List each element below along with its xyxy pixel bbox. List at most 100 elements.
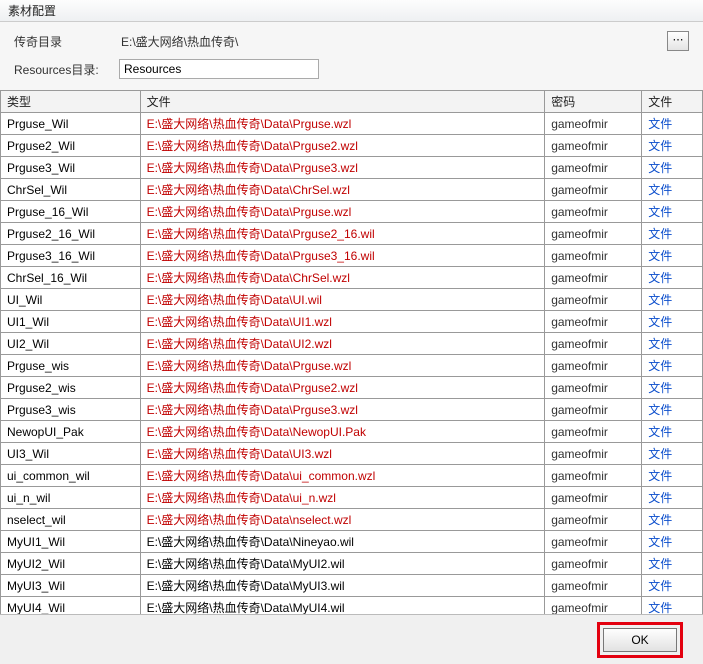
cell-password[interactable]: gameofmir [545,377,642,399]
table-row[interactable]: ui_n_wilE:\盛大网络\热血传奇\Data\ui_n.wzlgameof… [1,487,703,509]
cell-password[interactable]: gameofmir [545,245,642,267]
cell-password[interactable]: gameofmir [545,311,642,333]
cell-password[interactable]: gameofmir [545,333,642,355]
browse-button[interactable]: ⋯ [667,31,689,51]
table-row[interactable]: UI1_WilE:\盛大网络\热血传奇\Data\UI1.wzlgameofmi… [1,311,703,333]
cell-type[interactable]: Prguse2_wis [1,377,141,399]
cell-type[interactable]: Prguse3_wis [1,399,141,421]
cell-action-link[interactable]: 文件 [642,267,703,289]
cell-password[interactable]: gameofmir [545,113,642,135]
cell-password[interactable]: gameofmir [545,531,642,553]
table-row[interactable]: Prguse2_WilE:\盛大网络\热血传奇\Data\Prguse2.wzl… [1,135,703,157]
cell-type[interactable]: Prguse_16_Wil [1,201,141,223]
cell-password[interactable]: gameofmir [545,399,642,421]
table-row[interactable]: Prguse_WilE:\盛大网络\热血传奇\Data\Prguse.wzlga… [1,113,703,135]
cell-type[interactable]: Prguse_wis [1,355,141,377]
cell-password[interactable]: gameofmir [545,223,642,245]
cell-type[interactable]: Prguse2_Wil [1,135,141,157]
cell-file[interactable]: E:\盛大网络\热血传奇\Data\UI3.wzl [140,443,545,465]
table-row[interactable]: nselect_wilE:\盛大网络\热血传奇\Data\nselect.wzl… [1,509,703,531]
cell-password[interactable]: gameofmir [545,553,642,575]
cell-password[interactable]: gameofmir [545,421,642,443]
cell-password[interactable]: gameofmir [545,135,642,157]
table-row[interactable]: MyUI2_WilE:\盛大网络\热血传奇\Data\MyUI2.wilgame… [1,553,703,575]
table-row[interactable]: Prguse3_WilE:\盛大网络\热血传奇\Data\Prguse3.wzl… [1,157,703,179]
table-row[interactable]: MyUI3_WilE:\盛大网络\热血传奇\Data\MyUI3.wilgame… [1,575,703,597]
cell-action-link[interactable]: 文件 [642,333,703,355]
table-row[interactable]: ChrSel_WilE:\盛大网络\热血传奇\Data\ChrSel.wzlga… [1,179,703,201]
cell-file[interactable]: E:\盛大网络\热血传奇\Data\MyUI2.wil [140,553,545,575]
cell-password[interactable]: gameofmir [545,487,642,509]
cell-type[interactable]: NewopUI_Pak [1,421,141,443]
cell-password[interactable]: gameofmir [545,267,642,289]
cell-file[interactable]: E:\盛大网络\热血传奇\Data\Prguse2_16.wil [140,223,545,245]
cell-file[interactable]: E:\盛大网络\热血传奇\Data\Prguse.wzl [140,355,545,377]
ok-button[interactable]: OK [603,628,677,652]
cell-type[interactable]: nselect_wil [1,509,141,531]
cell-file[interactable]: E:\盛大网络\热血传奇\Data\ChrSel.wzl [140,179,545,201]
header-file[interactable]: 文件 [140,91,545,113]
cell-password[interactable]: gameofmir [545,575,642,597]
cell-file[interactable]: E:\盛大网络\热血传奇\Data\UI.wil [140,289,545,311]
cell-password[interactable]: gameofmir [545,157,642,179]
cell-action-link[interactable]: 文件 [642,113,703,135]
cell-password[interactable]: gameofmir [545,509,642,531]
cell-action-link[interactable]: 文件 [642,399,703,421]
table-row[interactable]: UI_WilE:\盛大网络\热血传奇\Data\UI.wilgameofmir文… [1,289,703,311]
table-row[interactable]: ui_common_wilE:\盛大网络\热血传奇\Data\ui_common… [1,465,703,487]
table-row[interactable]: ChrSel_16_WilE:\盛大网络\热血传奇\Data\ChrSel.wz… [1,267,703,289]
header-pwd[interactable]: 密码 [545,91,642,113]
header-action[interactable]: 文件 [642,91,703,113]
table-row[interactable]: Prguse_wisE:\盛大网络\热血传奇\Data\Prguse.wzlga… [1,355,703,377]
cell-password[interactable]: gameofmir [545,179,642,201]
cell-type[interactable]: MyUI1_Wil [1,531,141,553]
cell-file[interactable]: E:\盛大网络\热血传奇\Data\MyUI3.wil [140,575,545,597]
cell-action-link[interactable]: 文件 [642,135,703,157]
cell-file[interactable]: E:\盛大网络\热血传奇\Data\Prguse2.wzl [140,135,545,157]
table-row[interactable]: Prguse2_wisE:\盛大网络\热血传奇\Data\Prguse2.wzl… [1,377,703,399]
cell-type[interactable]: Prguse3_Wil [1,157,141,179]
cell-password[interactable]: gameofmir [545,355,642,377]
cell-action-link[interactable]: 文件 [642,509,703,531]
table-row[interactable]: Prguse3_16_WilE:\盛大网络\热血传奇\Data\Prguse3_… [1,245,703,267]
cell-type[interactable]: ui_common_wil [1,465,141,487]
table-row[interactable]: UI3_WilE:\盛大网络\热血传奇\Data\UI3.wzlgameofmi… [1,443,703,465]
cell-type[interactable]: UI2_Wil [1,333,141,355]
cell-password[interactable]: gameofmir [545,289,642,311]
cell-file[interactable]: E:\盛大网络\热血传奇\Data\Prguse3_16.wil [140,245,545,267]
cell-file[interactable]: E:\盛大网络\热血传奇\Data\ChrSel.wzl [140,267,545,289]
cell-action-link[interactable]: 文件 [642,465,703,487]
table-row[interactable]: MyUI1_WilE:\盛大网络\热血传奇\Data\Nineyao.wilga… [1,531,703,553]
cell-type[interactable]: UI3_Wil [1,443,141,465]
cell-action-link[interactable]: 文件 [642,157,703,179]
cell-action-link[interactable]: 文件 [642,223,703,245]
table-row[interactable]: UI2_WilE:\盛大网络\热血传奇\Data\UI2.wzlgameofmi… [1,333,703,355]
cell-file[interactable]: E:\盛大网络\热血传奇\Data\UI1.wzl [140,311,545,333]
cell-password[interactable]: gameofmir [545,201,642,223]
cell-type[interactable]: ChrSel_16_Wil [1,267,141,289]
table-row[interactable]: Prguse_16_WilE:\盛大网络\热血传奇\Data\Prguse.wz… [1,201,703,223]
resources-input[interactable] [119,59,319,79]
cell-file[interactable]: E:\盛大网络\热血传奇\Data\UI2.wzl [140,333,545,355]
cell-action-link[interactable]: 文件 [642,377,703,399]
cell-type[interactable]: UI1_Wil [1,311,141,333]
cell-action-link[interactable]: 文件 [642,355,703,377]
cell-action-link[interactable]: 文件 [642,443,703,465]
cell-type[interactable]: Prguse_Wil [1,113,141,135]
cell-type[interactable]: Prguse3_16_Wil [1,245,141,267]
cell-file[interactable]: E:\盛大网络\热血传奇\Data\ui_common.wzl [140,465,545,487]
cell-action-link[interactable]: 文件 [642,201,703,223]
table-row[interactable]: NewopUI_PakE:\盛大网络\热血传奇\Data\NewopUI.Pak… [1,421,703,443]
cell-file[interactable]: E:\盛大网络\热血传奇\Data\nselect.wzl [140,509,545,531]
cell-type[interactable]: Prguse2_16_Wil [1,223,141,245]
table-row[interactable]: Prguse3_wisE:\盛大网络\热血传奇\Data\Prguse3.wzl… [1,399,703,421]
cell-password[interactable]: gameofmir [545,465,642,487]
cell-file[interactable]: E:\盛大网络\热血传奇\Data\Prguse3.wzl [140,157,545,179]
cell-file[interactable]: E:\盛大网络\热血传奇\Data\ui_n.wzl [140,487,545,509]
cell-file[interactable]: E:\盛大网络\热血传奇\Data\Prguse.wzl [140,113,545,135]
table-row[interactable]: Prguse2_16_WilE:\盛大网络\热血传奇\Data\Prguse2_… [1,223,703,245]
cell-file[interactable]: E:\盛大网络\热血传奇\Data\NewopUI.Pak [140,421,545,443]
cell-action-link[interactable]: 文件 [642,421,703,443]
cell-type[interactable]: UI_Wil [1,289,141,311]
cell-action-link[interactable]: 文件 [642,289,703,311]
